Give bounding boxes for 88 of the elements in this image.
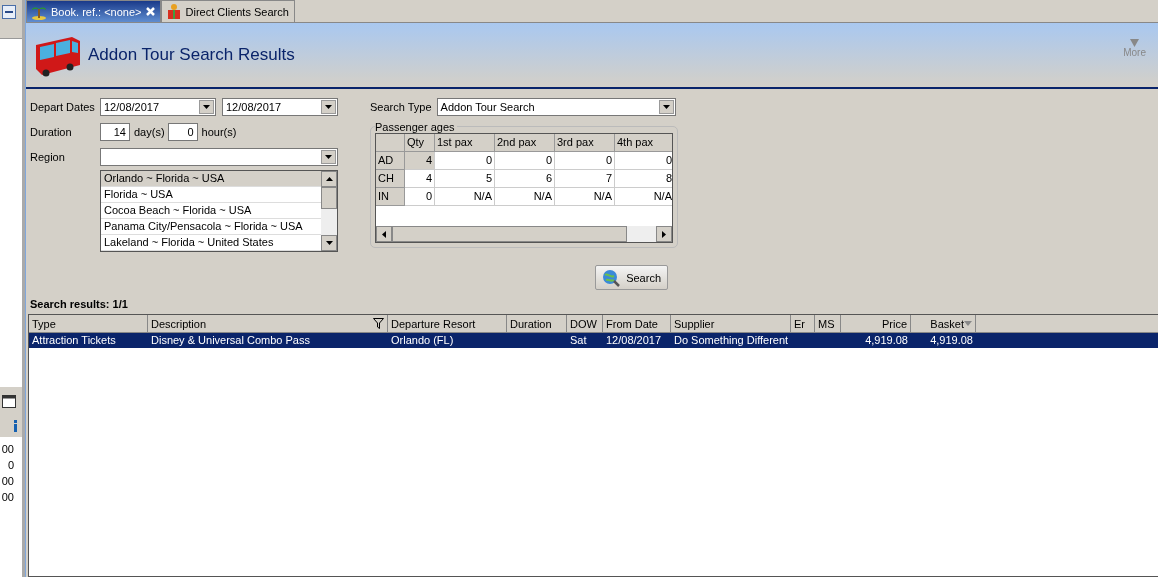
field-label: Duration bbox=[30, 126, 73, 138]
date-field[interactable]: 12/08/2017 bbox=[222, 98, 338, 116]
tab[interactable]: Book. ref.: <none> bbox=[26, 0, 161, 22]
column-header[interactable]: Type bbox=[29, 315, 148, 332]
gift-icon bbox=[165, 3, 182, 20]
unit-label: hour(s) bbox=[201, 126, 237, 138]
table-cell-text: Attraction Tickets bbox=[31, 333, 117, 348]
grid-corner bbox=[376, 134, 405, 152]
table-cell[interactable]: 7 bbox=[555, 170, 615, 188]
table-cell[interactable]: 0 bbox=[495, 152, 555, 170]
column-header[interactable]: MS bbox=[815, 315, 841, 332]
column-header: Qty bbox=[405, 134, 435, 152]
table-cell[interactable]: 0 bbox=[555, 152, 615, 170]
table-cell-text: 4,919.08 bbox=[929, 333, 974, 348]
list-item[interactable]: Cocoa Beach ~ Florida ~ USA bbox=[101, 203, 321, 219]
column-header: 1st pax bbox=[435, 134, 495, 152]
globe-search-icon bbox=[602, 268, 621, 287]
column-header: 3rd pax bbox=[555, 134, 615, 152]
unit-label: day(s) bbox=[134, 126, 165, 138]
table-cell[interactable]: 0 bbox=[405, 188, 435, 206]
page-title: Addon Tour Search Results bbox=[88, 45, 296, 65]
column-header[interactable]: Departure Resort bbox=[388, 315, 507, 332]
table-cell-text: Disney & Universal Combo Pass bbox=[150, 333, 311, 348]
scrollbar[interactable] bbox=[376, 226, 672, 242]
table-cell[interactable]: 8 bbox=[615, 170, 672, 188]
dropdown-icon bbox=[662, 105, 670, 109]
field-label: Depart Dates bbox=[30, 101, 96, 113]
value-text: 00 bbox=[0, 490, 15, 505]
column-header[interactable]: From Date bbox=[603, 315, 671, 332]
scroll-left-icon bbox=[382, 230, 386, 238]
tab[interactable]: Direct Clients Search bbox=[160, 0, 295, 22]
close-icon[interactable] bbox=[145, 7, 155, 16]
list-item[interactable]: Orlando ~ Florida ~ USA bbox=[101, 171, 321, 187]
field-label: Region bbox=[30, 151, 66, 163]
minimize-icon bbox=[2, 5, 16, 19]
value-text: 0 bbox=[6, 458, 15, 473]
table-cell[interactable]: 5 bbox=[435, 170, 495, 188]
dropdown-icon bbox=[203, 105, 210, 109]
window-icon bbox=[2, 394, 16, 408]
column-header[interactable]: Er bbox=[791, 315, 815, 332]
row-header: CH bbox=[376, 170, 405, 188]
table-cell-text: Do Something Different bbox=[673, 333, 790, 348]
caret-icon bbox=[1130, 39, 1140, 47]
column-header[interactable]: Price bbox=[841, 315, 911, 332]
results-count: Search results: 1/1 bbox=[29, 297, 129, 312]
column-header[interactable]: Basket bbox=[911, 315, 976, 332]
search-button[interactable]: Search bbox=[595, 265, 668, 290]
table-cell[interactable]: 0 bbox=[435, 152, 495, 170]
scroll-right-icon bbox=[662, 230, 666, 238]
info-icon bbox=[13, 420, 18, 432]
column-header: 2nd pax bbox=[495, 134, 555, 152]
column-header[interactable]: Duration bbox=[507, 315, 567, 332]
row-header: IN bbox=[376, 188, 405, 206]
value-text: 00 bbox=[0, 442, 15, 457]
table-cell[interactable]: N/A bbox=[615, 188, 672, 206]
dropdown-icon bbox=[325, 105, 332, 109]
table-cell[interactable]: 4 bbox=[405, 152, 435, 170]
table-cell-text: Sat bbox=[569, 333, 588, 348]
column-header[interactable]: Supplier bbox=[671, 315, 791, 332]
hours-field[interactable]: 0 bbox=[167, 123, 198, 141]
date-field[interactable]: 12/08/2017 bbox=[100, 98, 216, 116]
table-cell[interactable]: 4 bbox=[405, 170, 435, 188]
table-cell[interactable]: N/A bbox=[495, 188, 555, 206]
region-dropdown[interactable] bbox=[100, 148, 338, 166]
list-item[interactable]: Lakeland ~ Florida ~ United States bbox=[101, 235, 321, 251]
search-type-dropdown[interactable]: Addon Tour Search bbox=[436, 98, 676, 116]
row-header: AD bbox=[376, 152, 405, 170]
scroll-up-icon bbox=[325, 177, 333, 181]
table-cell[interactable]: N/A bbox=[555, 188, 615, 206]
list-item[interactable]: Florida ~ USA bbox=[101, 187, 321, 203]
table-row[interactable]: Attraction Tickets Disney & Universal Combo Pass Orlando (FL) Sat 12/08/2017 Do Something Different 4,919.08 4,919.08 bbox=[29, 333, 1158, 348]
table-cell-text: Orlando (FL) bbox=[390, 333, 455, 348]
column-header[interactable]: DOW bbox=[567, 315, 603, 332]
table-cell[interactable]: N/A bbox=[435, 188, 495, 206]
value-text: 00 bbox=[0, 474, 15, 489]
group-title: Passenger ages bbox=[375, 121, 457, 133]
table-cell[interactable]: 6 bbox=[495, 170, 555, 188]
column-header[interactable]: Description bbox=[148, 315, 388, 332]
dropdown-icon bbox=[325, 155, 332, 159]
list-item[interactable]: Panama City/Pensacola ~ Florida ~ USA bbox=[101, 219, 321, 235]
scrollbar[interactable] bbox=[321, 171, 337, 251]
table-cell-text: 12/08/2017 bbox=[605, 333, 663, 348]
scroll-down-icon bbox=[325, 241, 333, 245]
table-cell-text: 4,919.08 bbox=[864, 333, 909, 348]
days-field[interactable]: 14 bbox=[100, 123, 130, 141]
table-cell[interactable]: 0 bbox=[615, 152, 672, 170]
field-label: Search Type bbox=[370, 101, 432, 113]
column-header: 4th pax bbox=[615, 134, 672, 152]
